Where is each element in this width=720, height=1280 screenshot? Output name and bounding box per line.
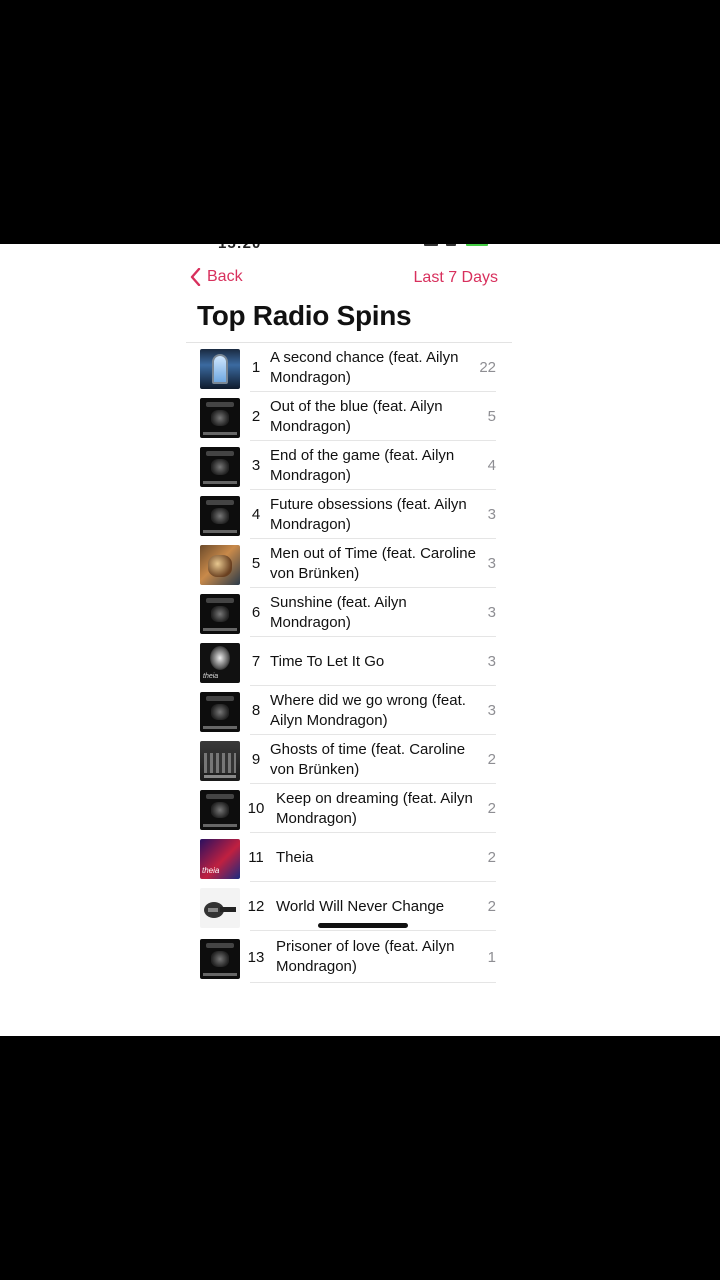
album-art xyxy=(200,692,240,732)
album-art xyxy=(200,545,240,585)
song-title: Future obsessions (feat. Ailyn Mondragon… xyxy=(270,495,467,533)
nav-bar: Back Last 7 Days xyxy=(0,266,720,296)
song-title: Men out of Time (feat. Caroline von Brün… xyxy=(270,544,476,582)
song-rank: 5 xyxy=(251,555,261,572)
spin-count: 3 xyxy=(487,604,496,621)
song-rank: 3 xyxy=(251,457,261,474)
album-art xyxy=(200,447,240,487)
back-button[interactable]: Back xyxy=(190,268,243,286)
song-row[interactable]: 3 End of the game (feat. Ailyn Mondragon… xyxy=(186,441,512,490)
song-row[interactable]: 4 Future obsessions (feat. Ailyn Mondrag… xyxy=(186,490,512,539)
spin-count: 3 xyxy=(487,506,496,523)
period-selector-button[interactable]: Last 7 Days xyxy=(414,269,498,287)
spin-count: 2 xyxy=(487,898,496,915)
song-rank: 2 xyxy=(251,408,261,425)
album-art xyxy=(200,790,240,830)
album-art xyxy=(200,594,240,634)
song-title: Time To Let It Go xyxy=(270,652,385,670)
spin-count: 2 xyxy=(487,800,496,817)
song-rank: 10 xyxy=(247,800,265,817)
album-art: theia xyxy=(200,839,240,879)
song-row[interactable]: 10 Keep on dreaming (feat. Ailyn Mondrag… xyxy=(186,784,512,833)
guitar-icon xyxy=(204,902,236,918)
song-rank: 4 xyxy=(251,506,261,523)
song-title: Ghosts of time (feat. Caroline von Brünk… xyxy=(270,740,466,778)
song-rank: 1 xyxy=(251,359,261,376)
song-rank: 9 xyxy=(251,751,261,768)
album-art xyxy=(200,939,240,979)
song-title: A second chance (feat. Ailyn Mondragon) xyxy=(270,348,459,386)
song-rank: 7 xyxy=(251,653,261,670)
status-icons xyxy=(424,244,490,248)
spin-count: 5 xyxy=(487,408,496,425)
spin-count: 4 xyxy=(487,457,496,474)
song-title: Keep on dreaming (feat. Ailyn Mondragon) xyxy=(276,789,473,827)
song-list: 1 A second chance (feat. Ailyn Mondragon… xyxy=(186,342,512,983)
album-art xyxy=(200,349,240,389)
chevron-left-icon xyxy=(190,268,201,286)
album-art: theia xyxy=(200,643,240,683)
song-rank: 11 xyxy=(248,849,264,866)
song-row[interactable]: 8 Where did we go wrong (feat. Ailyn Mon… xyxy=(186,686,512,735)
spin-count: 1 xyxy=(487,948,496,966)
song-row[interactable]: 13 Prisoner of love (feat. Ailyn Mondrag… xyxy=(186,931,512,983)
app-screen: 15:20 Back Last 7 Days Top Radio Spins 1… xyxy=(0,244,720,1036)
spin-count: 3 xyxy=(487,653,496,670)
album-art xyxy=(200,888,240,928)
song-title: Where did we go wrong (feat. Ailyn Mondr… xyxy=(270,691,466,729)
song-title: Prisoner of love (feat. Ailyn Mondragon) xyxy=(276,938,455,975)
song-rank: 6 xyxy=(251,604,261,621)
back-label: Back xyxy=(207,268,243,285)
song-row[interactable]: 5 Men out of Time (feat. Caroline von Br… xyxy=(186,539,512,588)
song-rank: 8 xyxy=(251,702,261,719)
album-art xyxy=(200,398,240,438)
status-time: 15:20 xyxy=(218,244,261,252)
home-indicator xyxy=(318,923,408,928)
song-title: Out of the blue (feat. Ailyn Mondragon) xyxy=(270,397,443,435)
song-row[interactable]: 6 Sunshine (feat. Ailyn Mondragon) 3 xyxy=(186,588,512,637)
song-row[interactable]: 9 Ghosts of time (feat. Caroline von Brü… xyxy=(186,735,512,784)
song-title: Theia xyxy=(276,848,314,866)
song-row[interactable]: theia 7 Time To Let It Go 3 xyxy=(186,637,512,686)
album-art xyxy=(200,741,240,781)
spin-count: 2 xyxy=(487,751,496,768)
song-row[interactable]: theia 11 Theia 2 xyxy=(186,833,512,882)
album-art xyxy=(200,496,240,536)
song-row[interactable]: 2 Out of the blue (feat. Ailyn Mondragon… xyxy=(186,392,512,441)
song-rank: 13 xyxy=(247,948,265,966)
page-title: Top Radio Spins xyxy=(197,300,412,331)
spin-count: 3 xyxy=(487,702,496,719)
song-title: End of the game (feat. Ailyn Mondragon) xyxy=(270,446,455,484)
song-title: Sunshine (feat. Ailyn Mondragon) xyxy=(270,593,407,631)
spin-count: 3 xyxy=(487,555,496,572)
spin-count: 22 xyxy=(479,359,496,376)
spin-count: 2 xyxy=(487,849,496,866)
song-row[interactable]: 1 A second chance (feat. Ailyn Mondragon… xyxy=(186,343,512,392)
song-rank: 12 xyxy=(247,898,265,915)
